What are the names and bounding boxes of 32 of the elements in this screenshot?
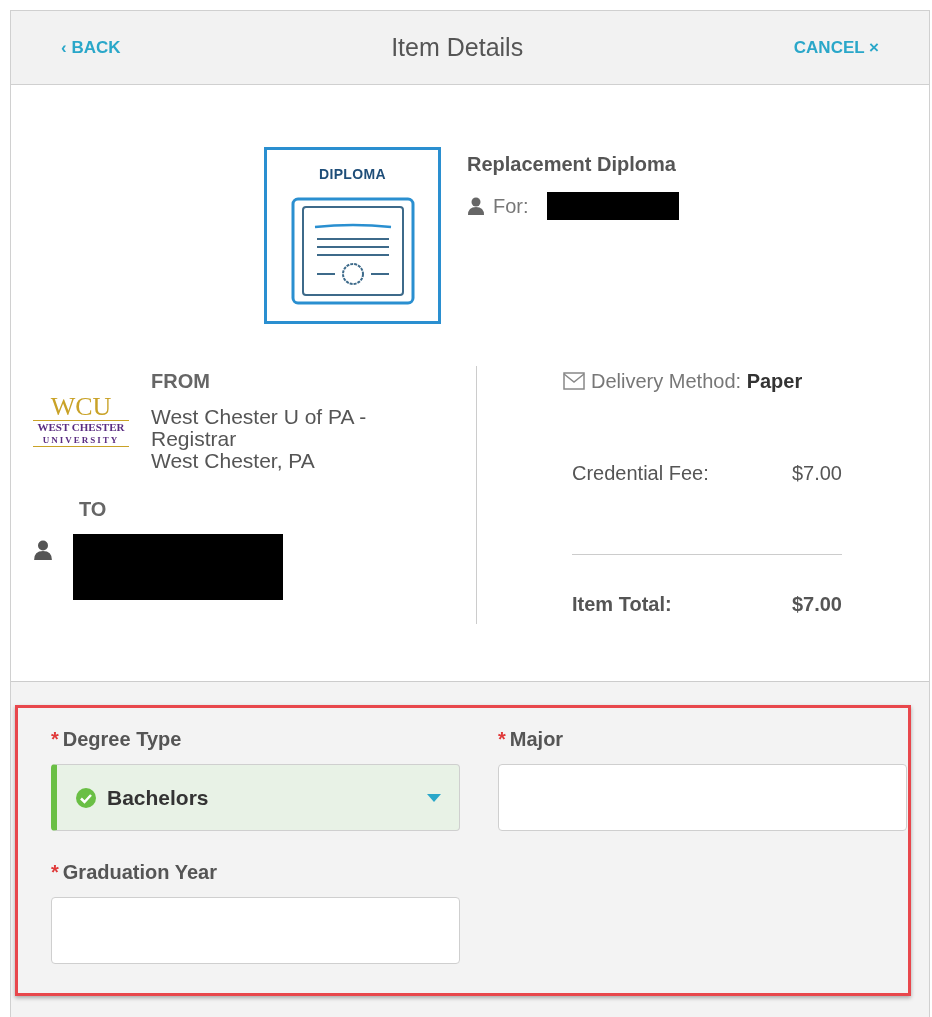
input-field[interactable] [498, 764, 907, 831]
required-mark: * [51, 727, 59, 752]
fee-label: Credential Fee: [572, 461, 709, 486]
sender-address-line: West Chester, PA [151, 450, 316, 472]
fee-amount: $7.00 [791, 461, 842, 486]
item-name: Replacement Diploma [467, 152, 677, 177]
caret-icon [427, 793, 441, 802]
required-mark: * [51, 860, 59, 885]
total-amount: $7.00 [791, 592, 842, 617]
input-field[interactable] [51, 897, 460, 964]
sender-address-line: West Chester U of PA - [151, 406, 367, 428]
to-label: TO [79, 497, 108, 522]
check-icon [75, 786, 97, 809]
cancel-link[interactable]: CANCEL × [793, 34, 879, 61]
back-link[interactable]: ‹ BACK [61, 34, 121, 61]
field-label: Graduation Year [62, 860, 217, 885]
degree-type-select[interactable]: Bachelors [51, 764, 460, 831]
total-label: Item Total: [572, 592, 672, 617]
required-mark: * [498, 727, 506, 752]
sender-address-line: Registrar [151, 428, 238, 450]
certificate-icon [290, 197, 415, 305]
field-label: Major [509, 727, 564, 752]
delivery-method: Delivery Method: Paper [591, 369, 803, 394]
university-logo: WCU WEST CHESTER UNIVERSITY [33, 394, 129, 472]
diploma-label: DIPLOMA [319, 165, 386, 184]
person-icon [467, 197, 485, 215]
from-label: FROM [151, 369, 211, 394]
page-title: Item Details [391, 31, 524, 63]
person-icon [33, 540, 53, 560]
for-label: For: [493, 194, 529, 219]
envelope-icon [563, 372, 585, 390]
field-label: Degree Type [62, 727, 182, 752]
